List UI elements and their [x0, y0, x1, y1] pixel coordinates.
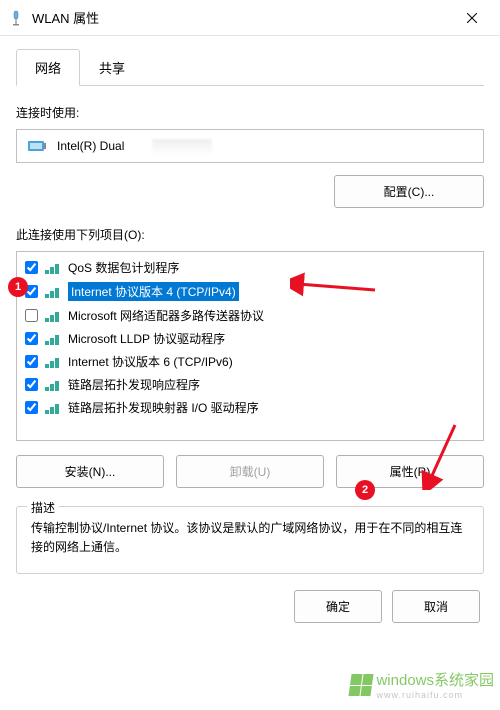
protocol-icon [45, 332, 61, 345]
dialog-buttons: 确定 取消 [16, 590, 484, 623]
item-label: QoS 数据包计划程序 [68, 259, 179, 276]
watermark-text: windows系统家园 [376, 669, 494, 690]
tab-network[interactable]: 网络 [16, 49, 80, 86]
description-text: 传输控制协议/Internet 协议。该协议是默认的广域网络协议，用于在不同的相… [31, 519, 469, 557]
item-checkbox[interactable] [25, 378, 38, 391]
action-buttons: 安装(N)... 卸载(U) 属性(R) [16, 455, 484, 488]
items-list[interactable]: QoS 数据包计划程序 Internet 协议版本 4 (TCP/IPv4) M… [16, 251, 484, 441]
list-item[interactable]: 链路层拓扑发现映射器 I/O 驱动程序 [17, 396, 483, 419]
item-label: 链路层拓扑发现响应程序 [68, 376, 200, 393]
item-label: Internet 协议版本 6 (TCP/IPv6) [68, 353, 233, 370]
wlan-icon [8, 10, 24, 26]
install-button[interactable]: 安装(N)... [16, 455, 164, 488]
list-item[interactable]: Microsoft 网络适配器多路传送器协议 [17, 304, 483, 327]
list-item[interactable]: Microsoft LLDP 协议驱动程序 [17, 327, 483, 350]
close-icon [467, 13, 477, 23]
dialog-content: 网络 共享 连接时使用: Intel(R) Dual 配置(C)... 此连接使… [0, 36, 500, 635]
items-label: 此连接使用下列项目(O): [16, 226, 484, 243]
item-checkbox[interactable] [25, 332, 38, 345]
uninstall-button: 卸载(U) [176, 455, 324, 488]
description-legend: 描述 [27, 499, 59, 516]
configure-button[interactable]: 配置(C)... [334, 175, 484, 208]
window-title: WLAN 属性 [32, 8, 452, 27]
adapter-box: Intel(R) Dual [16, 129, 484, 163]
ok-button[interactable]: 确定 [294, 590, 382, 623]
titlebar: WLAN 属性 [0, 0, 500, 36]
adapter-name: Intel(R) Dual [57, 139, 124, 153]
item-label: Internet 协议版本 4 (TCP/IPv4) [68, 282, 239, 301]
list-item-selected[interactable]: Internet 协议版本 4 (TCP/IPv4) [17, 279, 483, 304]
item-checkbox[interactable] [25, 355, 38, 368]
protocol-icon [45, 378, 61, 391]
protocol-icon [45, 309, 61, 322]
protocol-icon [45, 285, 61, 298]
item-label: Microsoft LLDP 协议驱动程序 [68, 330, 225, 347]
item-checkbox[interactable] [25, 401, 38, 414]
protocol-icon [45, 261, 61, 274]
list-item[interactable]: 链路层拓扑发现响应程序 [17, 373, 483, 396]
connect-using-label: 连接时使用: [16, 104, 484, 121]
description-box: 描述 传输控制协议/Internet 协议。该协议是默认的广域网络协议，用于在不… [16, 506, 484, 574]
item-label: 链路层拓扑发现映射器 I/O 驱动程序 [68, 399, 259, 416]
watermark: windows系统家园 www.ruihaifu.com [350, 669, 494, 700]
cancel-button[interactable]: 取消 [392, 590, 480, 623]
list-item[interactable]: QoS 数据包计划程序 [17, 256, 483, 279]
annotation-badge-1: 1 [8, 277, 28, 297]
tab-bar: 网络 共享 [16, 48, 484, 86]
adapter-icon [27, 138, 47, 154]
protocol-icon [45, 355, 61, 368]
windows-logo-icon [349, 674, 374, 696]
item-checkbox[interactable] [25, 261, 38, 274]
protocol-icon [45, 401, 61, 414]
close-button[interactable] [452, 3, 492, 33]
list-item[interactable]: Internet 协议版本 6 (TCP/IPv6) [17, 350, 483, 373]
tab-sharing[interactable]: 共享 [80, 49, 144, 86]
item-checkbox[interactable] [25, 309, 38, 322]
item-label: Microsoft 网络适配器多路传送器协议 [68, 307, 264, 324]
annotation-badge-2: 2 [355, 480, 375, 500]
watermark-sub: www.ruihaifu.com [376, 690, 494, 700]
